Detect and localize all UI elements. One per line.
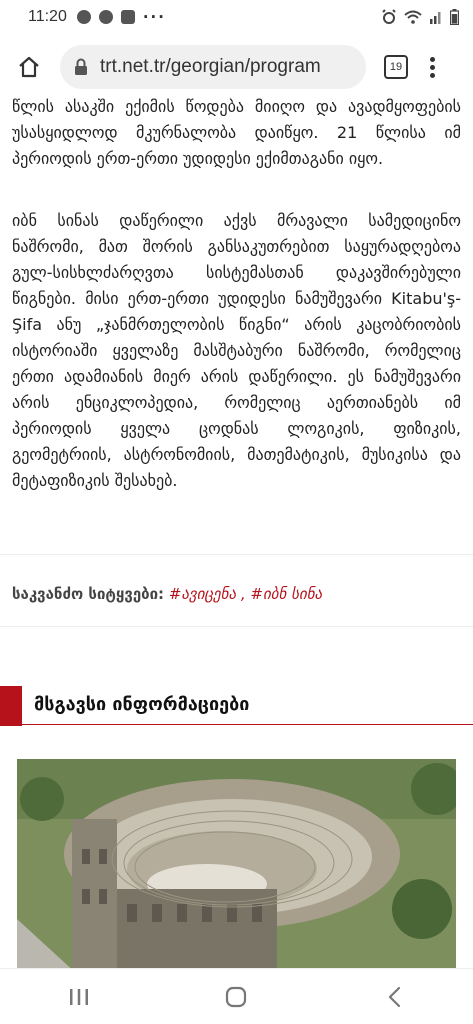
divider — [0, 626, 473, 627]
tags-label: საკვანძო სიტყვები: — [12, 585, 165, 603]
tags-row: საკვანძო სიტყვები: #ავიცენა , #იბნ სინა — [12, 585, 322, 603]
article-paragraph: წლის ასაკში ექიმის წოდება მიიღო და ავადმ… — [12, 97, 461, 168]
wifi-icon — [404, 10, 422, 24]
section-accent-bar — [0, 686, 22, 726]
home-icon — [19, 56, 39, 78]
related-section-header: მსგავსი ინფორმაციები — [0, 686, 473, 726]
signal-icon — [430, 12, 441, 24]
home-button[interactable] — [14, 52, 44, 82]
related-article-image[interactable] — [17, 759, 456, 968]
recent-apps-icon — [69, 988, 88, 1005]
system-icons — [381, 9, 459, 25]
page-content: წლის ასაკში ექიმის წოდება მიიღო და ავადმ… — [0, 94, 473, 968]
divider — [0, 554, 473, 555]
section-title: მსგავსი ინფორმაციები — [34, 694, 250, 715]
messenger-icon — [98, 10, 113, 24]
back-button[interactable] — [364, 977, 424, 1017]
section-underline — [22, 724, 473, 725]
image-icon — [120, 10, 135, 24]
alarm-icon — [382, 9, 396, 24]
menu-dot — [430, 72, 435, 78]
status-bar: 11:20 ··· — [0, 0, 473, 34]
address-bar[interactable]: trt.net.tr/georgian/program — [60, 45, 366, 89]
more-dots-icon: ··· — [142, 8, 166, 26]
menu-dot — [430, 64, 435, 70]
article-paragraph: იბნ სინას დაწერილი აქვს მრავალი სამედიცი… — [12, 211, 461, 490]
url-text: trt.net.tr/georgian/program — [100, 56, 321, 77]
amphitheatre-image — [17, 759, 456, 968]
back-icon — [389, 986, 401, 1007]
home-icon — [226, 986, 247, 1007]
tag-separator: , — [236, 585, 251, 603]
system-nav-bar — [0, 968, 473, 1024]
tab-switcher-button[interactable]: 19 — [384, 55, 408, 79]
messenger-icon — [76, 10, 91, 24]
tag-link[interactable]: #ავიცენა — [169, 585, 236, 603]
status-time: 11:20 — [28, 8, 67, 25]
menu-dot — [430, 56, 435, 62]
lock-icon — [72, 58, 90, 76]
browser-toolbar: trt.net.tr/georgian/program 19 — [0, 34, 473, 100]
notification-icons: ··· — [76, 8, 166, 26]
battery-icon — [450, 9, 459, 25]
home-nav-button[interactable] — [206, 977, 266, 1017]
overflow-menu-button[interactable] — [430, 56, 435, 78]
recent-apps-button[interactable] — [49, 977, 109, 1017]
tag-link[interactable]: #იბნ სინა — [250, 585, 322, 603]
